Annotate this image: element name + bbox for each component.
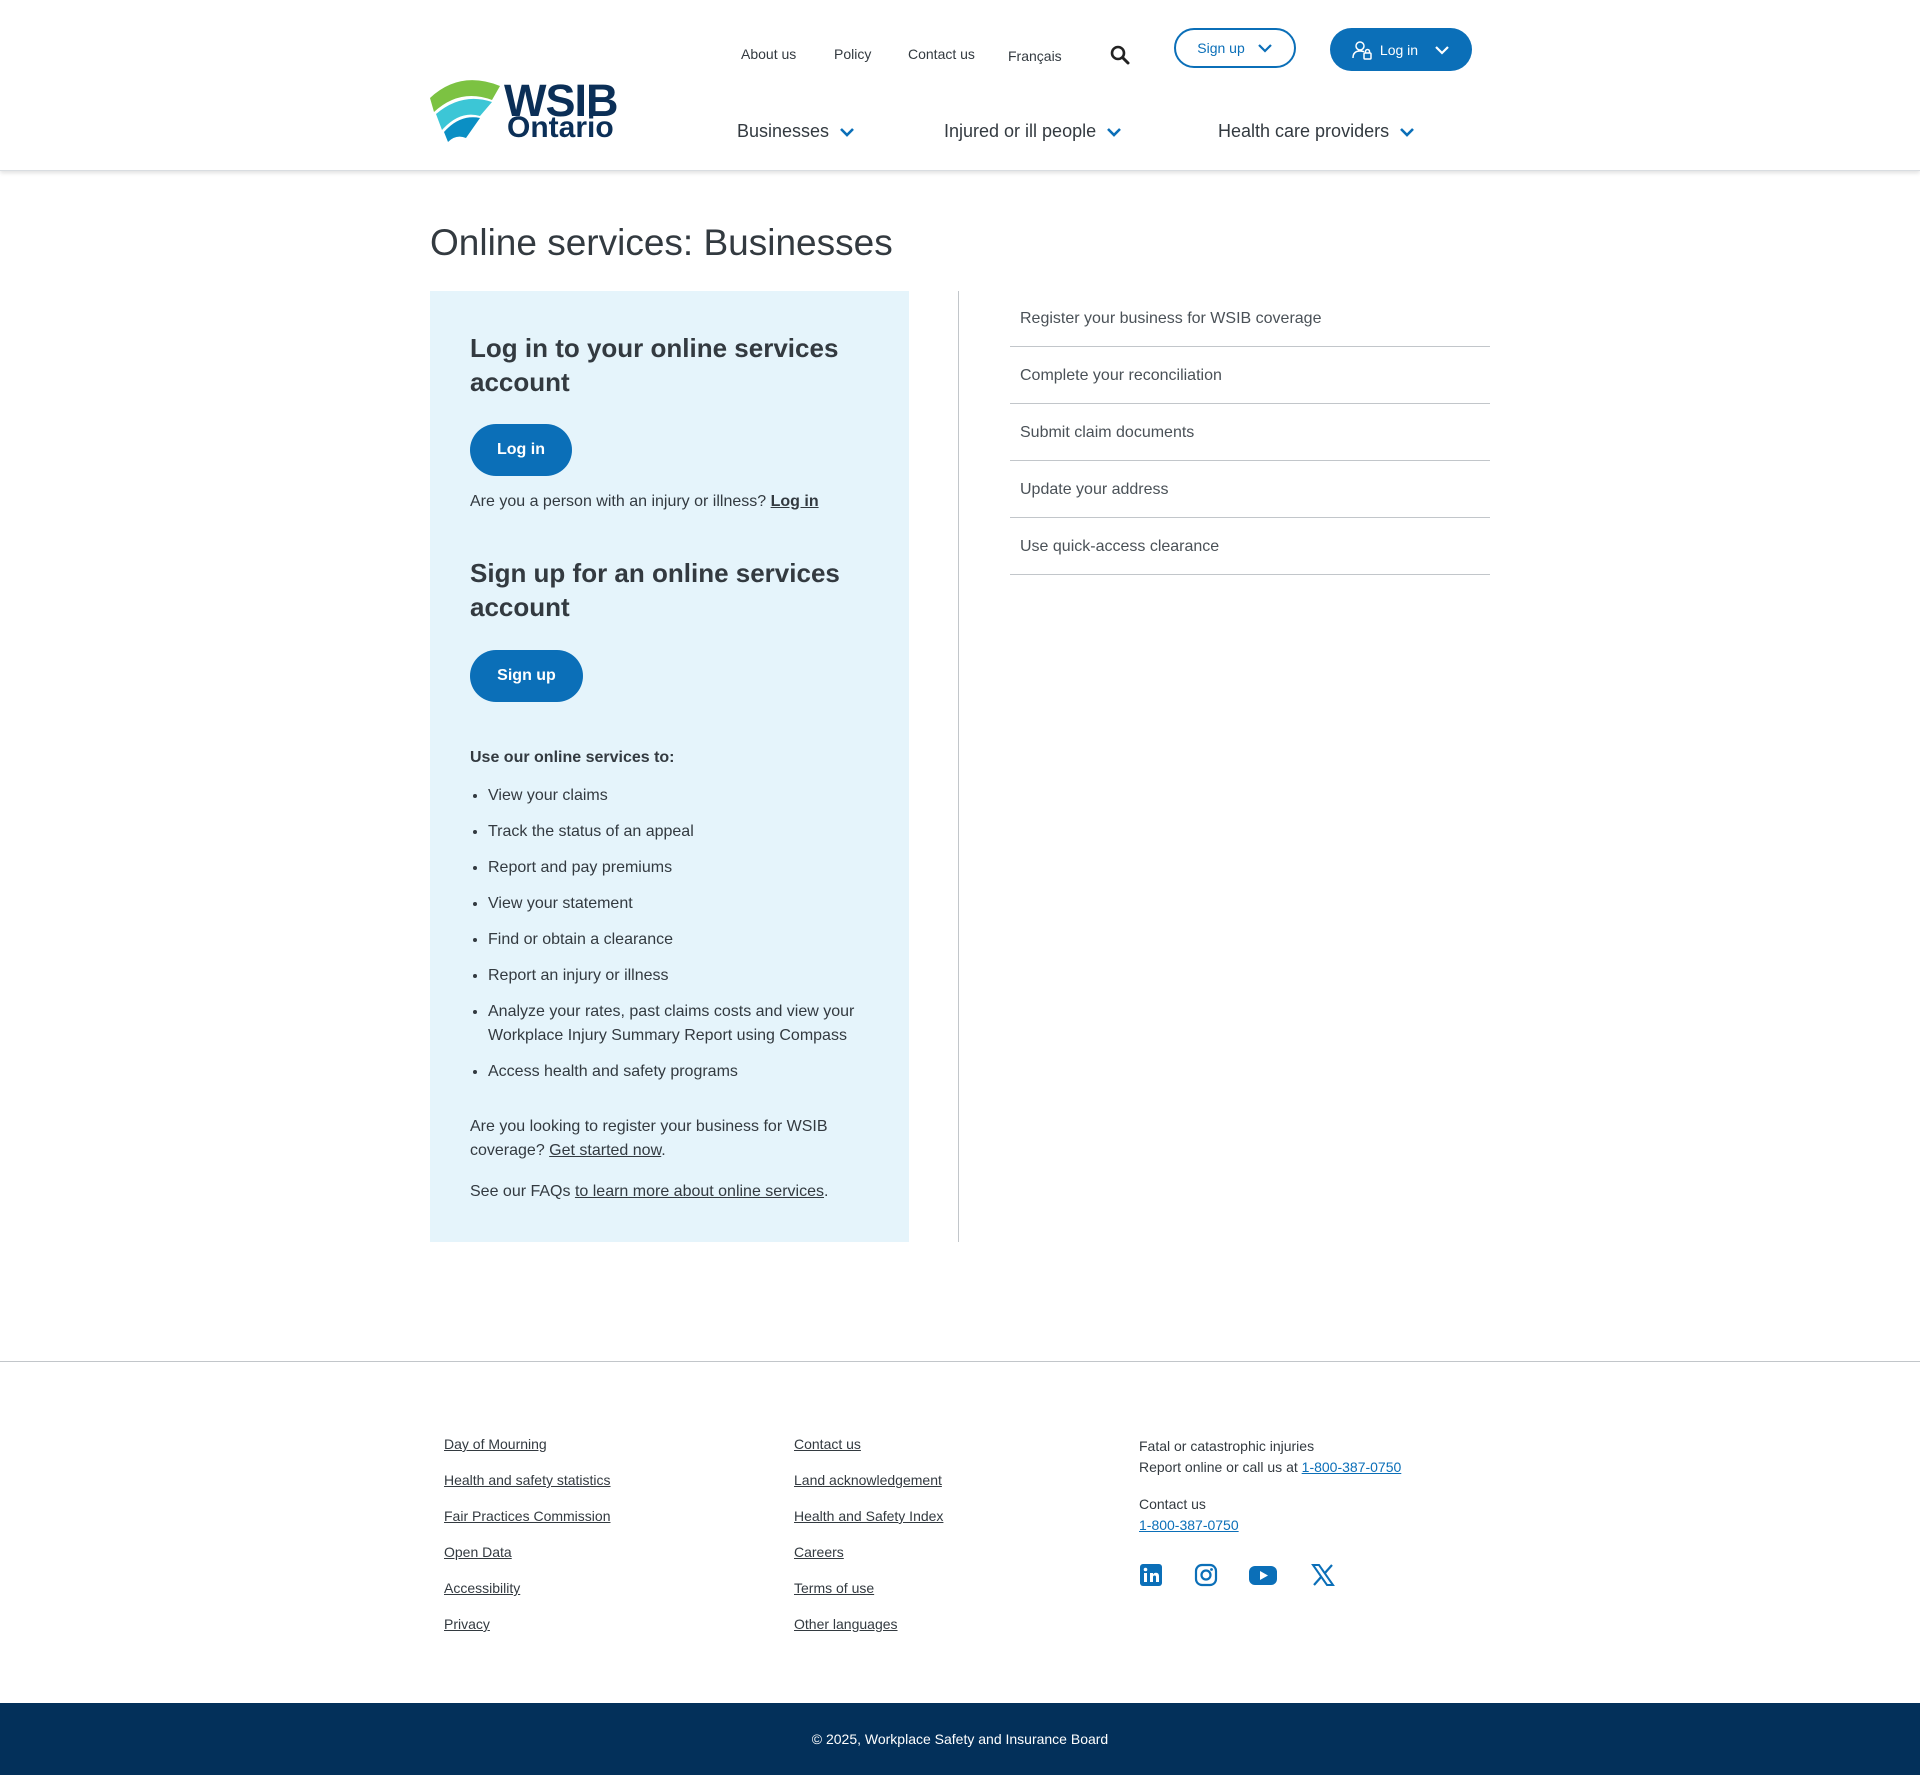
fatal-injuries-line: Report online or call us at 1-800-387-07… xyxy=(1139,1457,1499,1478)
list-item: Track the status of an appeal xyxy=(488,820,890,844)
utility-link-francais[interactable]: Français xyxy=(1008,48,1062,64)
footer-link-careers[interactable]: Careers xyxy=(794,1542,943,1578)
chevron-down-icon xyxy=(840,127,854,137)
list-item: Analyze your rates, past claims costs an… xyxy=(488,1000,890,1048)
list-item: Access health and safety programs xyxy=(488,1060,890,1084)
get-started-link[interactable]: Get started now xyxy=(549,1142,661,1159)
nav-injured-people[interactable]: Injured or ill people xyxy=(944,121,1122,142)
logo-ontario-text: Ontario xyxy=(507,111,614,144)
chevron-down-icon xyxy=(1400,127,1415,137)
injury-prompt: Are you a person with an injury or illne… xyxy=(470,490,890,514)
login-button[interactable]: Log in xyxy=(470,424,572,476)
list-item: Report and pay premiums xyxy=(488,856,890,880)
footer-links-col-1: Day of Mourning Health and safety statis… xyxy=(444,1434,611,1650)
register-period: . xyxy=(661,1142,666,1159)
nav-businesses-label: Businesses xyxy=(737,121,830,141)
quick-link-quick-access-clearance[interactable]: Use quick-access clearance xyxy=(1010,519,1490,575)
quick-link-update-address[interactable]: Update your address xyxy=(1010,462,1490,518)
chevron-down-icon xyxy=(1257,44,1272,53)
fatal-phone-link[interactable]: 1-800-387-0750 xyxy=(1302,1459,1402,1475)
services-intro: Use our online services to: xyxy=(470,749,675,766)
copyright-text: © 2025, Workplace Safety and Insurance B… xyxy=(811,1731,1109,1747)
faq-text: See our FAQs xyxy=(470,1183,571,1200)
footer-link-terms-of-use[interactable]: Terms of use xyxy=(794,1578,943,1614)
signup-dropdown-label: Sign up xyxy=(1197,40,1245,56)
footer-link-accessibility[interactable]: Accessibility xyxy=(444,1578,611,1614)
quick-link-claim-documents[interactable]: Submit claim documents xyxy=(1010,405,1490,461)
footer-divider xyxy=(0,1361,1920,1362)
login-dropdown-button[interactable]: Log in xyxy=(1330,28,1472,71)
nav-businesses[interactable]: Businesses xyxy=(737,121,855,142)
footer-contact-block: Fatal or catastrophic injuries Report on… xyxy=(1139,1436,1499,1536)
user-lock-icon xyxy=(1352,40,1372,60)
online-services-panel: Log in to your online services account L… xyxy=(430,291,909,1242)
footer-link-contact-us[interactable]: Contact us xyxy=(794,1434,943,1470)
footer-link-land-acknowledgement[interactable]: Land acknowledgement xyxy=(794,1470,943,1506)
linkedin-icon[interactable] xyxy=(1139,1563,1163,1587)
footer-link-open-data[interactable]: Open Data xyxy=(444,1542,611,1578)
footer-links-col-2: Contact us Land acknowledgement Health a… xyxy=(794,1434,943,1650)
list-item: Report an injury or illness xyxy=(488,964,890,988)
login-heading: Log in to your online services account xyxy=(470,333,839,397)
login-dropdown-label: Log in xyxy=(1379,41,1419,58)
faq-link[interactable]: to learn more about online services xyxy=(575,1183,824,1200)
nav-health-care-providers[interactable]: Health care providers xyxy=(1218,121,1415,142)
nav-injured-label: Injured or ill people xyxy=(944,121,1097,141)
footer-link-privacy[interactable]: Privacy xyxy=(444,1614,611,1650)
footer-link-health-safety-index[interactable]: Health and Safety Index xyxy=(794,1506,943,1542)
footer-link-health-safety-statistics[interactable]: Health and safety statistics xyxy=(444,1470,611,1506)
wsib-ontario-logo[interactable]: WSIB Ontario xyxy=(430,76,618,144)
copyright-bar: © 2025, Workplace Safety and Insurance B… xyxy=(0,1703,1920,1775)
footer-link-day-of-mourning[interactable]: Day of Mourning xyxy=(444,1434,611,1470)
utility-link-contact[interactable]: Contact us xyxy=(908,46,975,62)
contact-us-title: Contact us xyxy=(1139,1496,1206,1512)
list-item: View your statement xyxy=(488,892,890,916)
utility-link-about[interactable]: About us xyxy=(741,46,796,62)
site-header: WSIB Ontario About us Policy Contact us … xyxy=(0,0,1920,171)
chevron-down-icon xyxy=(1435,45,1449,55)
signup-heading: Sign up for an online services account xyxy=(470,558,840,622)
x-icon[interactable] xyxy=(1311,1563,1335,1587)
injury-login-link[interactable]: Log in xyxy=(771,493,819,510)
wsib-swoosh-icon xyxy=(430,80,500,142)
quick-link-register[interactable]: Register your business for WSIB coverage xyxy=(1010,291,1490,347)
contact-phone-link[interactable]: 1-800-387-0750 xyxy=(1139,1517,1239,1533)
page-title: Online services: Businesses xyxy=(430,222,893,263)
quick-links-list: Register your business for WSIB coverage… xyxy=(1010,291,1490,576)
signup-button[interactable]: Sign up xyxy=(470,650,583,702)
instagram-icon[interactable] xyxy=(1194,1563,1218,1587)
list-item: Find or obtain a clearance xyxy=(488,928,890,952)
chevron-down-icon xyxy=(1107,127,1122,137)
faq-paragraph: See our FAQs to learn more about online … xyxy=(470,1180,890,1204)
services-list: View your claims Track the status of an … xyxy=(470,784,890,1096)
footer-link-other-languages[interactable]: Other languages xyxy=(794,1614,943,1650)
youtube-icon[interactable] xyxy=(1249,1563,1277,1587)
footer-link-fair-practices[interactable]: Fair Practices Commission xyxy=(444,1506,611,1542)
list-item: View your claims xyxy=(488,784,890,808)
search-icon[interactable] xyxy=(1110,45,1130,65)
register-paragraph: Are you looking to register your busines… xyxy=(470,1115,890,1163)
injury-prompt-text: Are you a person with an injury or illne… xyxy=(470,493,767,510)
faq-period: . xyxy=(823,1183,829,1200)
fatal-injuries-text: Report online or call us at xyxy=(1139,1459,1298,1475)
content-divider xyxy=(958,291,959,1242)
nav-health-care-label: Health care providers xyxy=(1218,121,1390,141)
quick-link-reconciliation[interactable]: Complete your reconciliation xyxy=(1010,348,1490,404)
utility-link-policy[interactable]: Policy xyxy=(834,46,871,62)
fatal-injuries-title: Fatal or catastrophic injuries xyxy=(1139,1438,1315,1454)
signup-dropdown-button[interactable]: Sign up xyxy=(1174,28,1296,68)
